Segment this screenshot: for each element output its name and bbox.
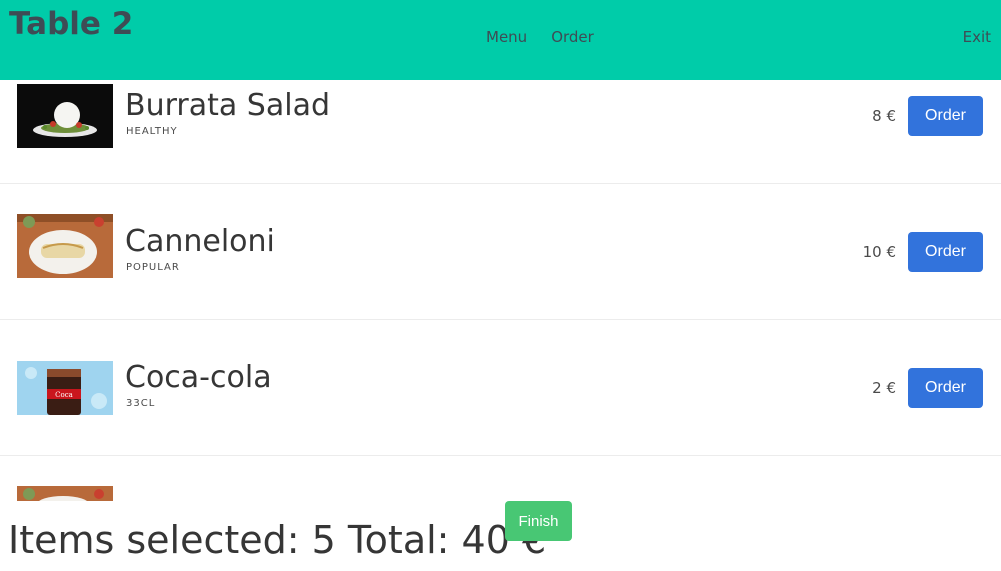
burrata-salad-image bbox=[17, 84, 113, 148]
item-name: Coca-cola bbox=[125, 360, 272, 395]
nav-links: Menu Order bbox=[486, 28, 594, 46]
order-button[interactable]: Order bbox=[908, 232, 983, 272]
menu-item-burrata-salad: Burrata Salad HEALTHY 8 € Order bbox=[0, 80, 1001, 184]
svg-text:Coca: Coca bbox=[55, 391, 73, 399]
order-button[interactable]: Order bbox=[908, 96, 983, 136]
item-price: 10 € bbox=[862, 243, 896, 261]
item-name: Burrata Salad bbox=[125, 88, 330, 123]
order-button[interactable]: Order bbox=[908, 368, 983, 408]
menu-item-coca-cola: Coca Coca-cola 33CL 2 € Order bbox=[0, 320, 1001, 456]
item-tag: 33CL bbox=[126, 398, 156, 409]
top-navbar: Table 2 Menu Order Exit bbox=[0, 0, 1001, 80]
nav-order-link[interactable]: Order bbox=[551, 28, 594, 46]
menu-item-canneloni: Canneloni POPULAR 10 € Order bbox=[0, 184, 1001, 320]
finish-button[interactable]: Finish bbox=[505, 501, 572, 541]
exit-link[interactable]: Exit bbox=[963, 28, 991, 46]
nav-menu-link[interactable]: Menu bbox=[486, 28, 527, 46]
item-price: 8 € bbox=[872, 107, 896, 125]
item-price: 2 € bbox=[872, 379, 896, 397]
canneloni-image bbox=[17, 486, 113, 501]
item-name: Canneloni bbox=[125, 224, 275, 259]
order-summary: Items selected: 5 Total: 40 € bbox=[8, 518, 547, 562]
page-title: Table 2 bbox=[9, 6, 134, 42]
menu-list: Burrata Salad HEALTHY 8 € Order Cannelon… bbox=[0, 80, 1001, 501]
coca-cola-image: Coca bbox=[17, 361, 113, 415]
canneloni-image bbox=[17, 214, 113, 278]
menu-item-partial bbox=[0, 456, 1001, 501]
item-tag: HEALTHY bbox=[126, 126, 178, 137]
item-tag: POPULAR bbox=[126, 262, 180, 273]
